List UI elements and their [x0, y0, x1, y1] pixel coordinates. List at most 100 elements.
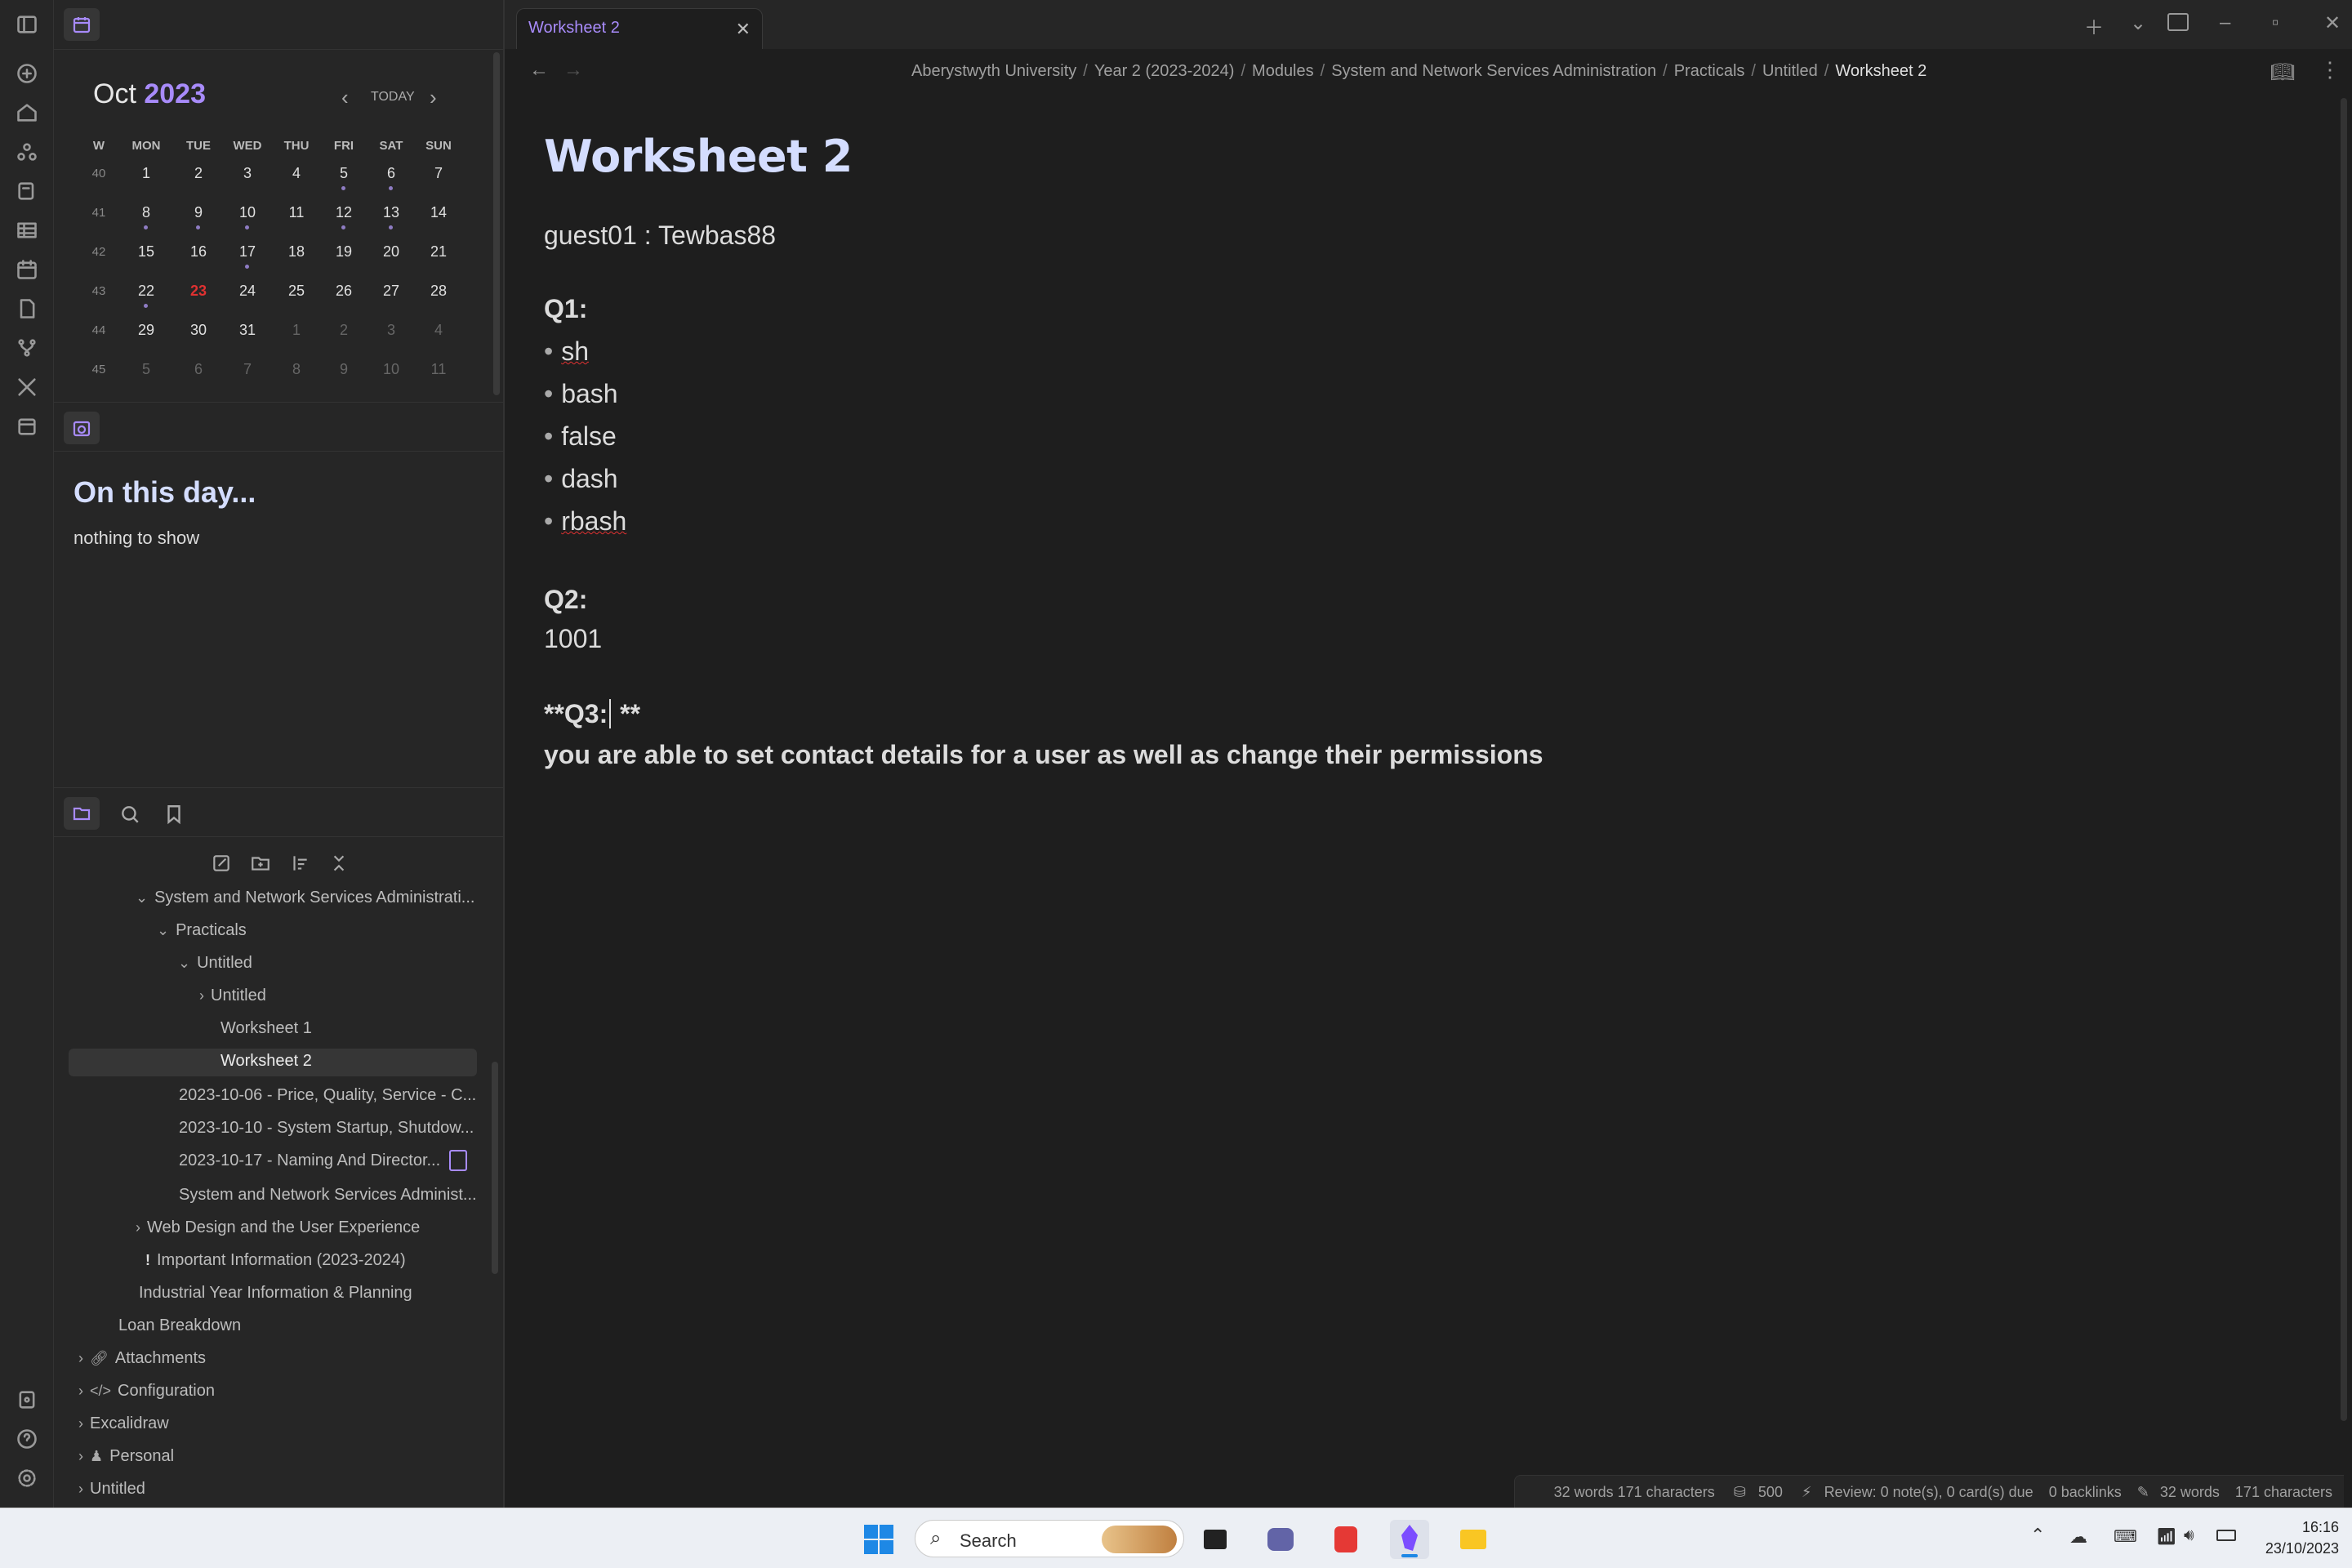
calendar-scrollbar[interactable]: [493, 52, 500, 395]
tree-item-file[interactable]: 2023-10-10 - System Startup, Shutdow...: [179, 1119, 474, 1138]
calendar-day[interactable]: 5: [126, 361, 167, 378]
maximize-icon[interactable]: ▫: [2272, 11, 2279, 34]
tree-item-folder[interactable]: › 🔗︎ Attachments: [78, 1349, 206, 1368]
breadcrumb-item[interactable]: Modules: [1252, 62, 1314, 80]
tree-item-file[interactable]: 2023-10-17 - Naming And Director...: [179, 1152, 440, 1170]
file-explorer-icon[interactable]: [1454, 1520, 1493, 1559]
calendar-day[interactable]: 6: [178, 361, 219, 378]
calendar-day[interactable]: 30: [178, 322, 219, 339]
taskbar-search-box[interactable]: ⌕ Search: [915, 1520, 1184, 1557]
tab-worksheet-2[interactable]: Worksheet 2 ✕: [516, 8, 763, 49]
chevron-up-icon[interactable]: ⌃: [2030, 1525, 2045, 1546]
task-view-icon[interactable]: [1196, 1520, 1235, 1559]
calendar-day[interactable]: 21: [418, 243, 459, 261]
calendar-icon[interactable]: [16, 258, 38, 281]
tree-item-folder[interactable]: ⌄ System and Network Services Administrat…: [136, 889, 474, 907]
breadcrumb-item[interactable]: Practicals: [1674, 62, 1745, 80]
calendar-day[interactable]: 2: [178, 165, 219, 182]
files-icon[interactable]: [16, 297, 38, 320]
teams-icon[interactable]: [1261, 1520, 1300, 1559]
tree-item-folder[interactable]: › ♟︎ Personal: [78, 1447, 174, 1466]
close-icon[interactable]: ✕: [736, 19, 751, 40]
calendar-day[interactable]: 11: [276, 204, 317, 221]
breadcrumb-item[interactable]: Untitled: [1762, 62, 1818, 80]
wifi-icon[interactable]: 📶︎: [2156, 1526, 2176, 1547]
canvas-icon[interactable]: [16, 180, 38, 203]
calendar-day[interactable]: 23: [178, 283, 219, 300]
breadcrumb-current[interactable]: Worksheet 2: [1835, 62, 1927, 80]
calendar-day[interactable]: 12: [323, 204, 364, 221]
graph-view-icon[interactable]: [16, 140, 38, 163]
sort-icon[interactable]: [289, 853, 310, 874]
calendar-day[interactable]: 7: [227, 361, 268, 378]
tree-item-file-active[interactable]: Worksheet 2: [69, 1049, 477, 1076]
calendar-day[interactable]: 24: [227, 283, 268, 300]
git-branch-icon[interactable]: [16, 336, 38, 359]
next-month-chevron-icon[interactable]: ›: [430, 85, 437, 110]
calendar-day[interactable]: 8: [276, 361, 317, 378]
settings-gear-icon[interactable]: [16, 1467, 38, 1490]
close-window-icon[interactable]: ✕: [2324, 11, 2341, 35]
vault-switch-icon[interactable]: [16, 1388, 38, 1411]
note-content[interactable]: Worksheet 2 guest01 : Tewbas88 Q1: • sh •…: [544, 131, 2096, 769]
calendar-day[interactable]: 29: [126, 322, 167, 339]
home-icon[interactable]: [16, 101, 38, 124]
calendar-day[interactable]: 6: [371, 165, 412, 182]
calendar-day[interactable]: 13: [371, 204, 412, 221]
bookmark-icon[interactable]: [163, 804, 185, 825]
reading-view-icon[interactable]: 📖︎: [2270, 60, 2295, 84]
excalidraw-icon[interactable]: [16, 376, 38, 399]
calendar-day[interactable]: 5: [323, 165, 364, 182]
help-icon[interactable]: [16, 1428, 38, 1450]
tree-item-folder[interactable]: › </> Configuration: [78, 1382, 215, 1401]
chevron-down-icon[interactable]: ⌄: [2130, 11, 2146, 35]
calendar-day[interactable]: 22: [126, 283, 167, 300]
calendar-day[interactable]: 31: [227, 322, 268, 339]
battery-icon[interactable]: [2216, 1530, 2236, 1541]
tree-item-file[interactable]: Worksheet 1: [220, 1019, 312, 1038]
calendar-day[interactable]: 7: [418, 165, 459, 182]
calendar-day[interactable]: 28: [418, 283, 459, 300]
calendar-day[interactable]: 1: [276, 322, 317, 339]
calendar-day[interactable]: 4: [418, 322, 459, 339]
calendar-day[interactable]: 10: [227, 204, 268, 221]
obsidian-icon[interactable]: [1390, 1520, 1429, 1559]
file-explorer-tab[interactable]: [64, 797, 100, 830]
new-tab-icon[interactable]: ＋: [2084, 11, 2104, 40]
calendar-day[interactable]: 8: [126, 204, 167, 221]
back-arrow-icon[interactable]: ←: [529, 59, 549, 82]
calendar-day[interactable]: 25: [276, 283, 317, 300]
calendar-day[interactable]: 9: [323, 361, 364, 378]
taskbar-clock[interactable]: 16:16 23/10/2023: [2247, 1517, 2339, 1559]
review-status[interactable]: Review: 0 note(s), 0 card(s) due: [1824, 1484, 2034, 1500]
tree-item-file[interactable]: System and Network Services Administ...: [179, 1186, 477, 1205]
windows-start-icon[interactable]: [859, 1520, 898, 1559]
tree-item-folder[interactable]: › Untitled: [78, 1480, 145, 1499]
sidebar-toggle-icon[interactable]: [16, 13, 38, 36]
calendar-day[interactable]: 19: [323, 243, 364, 261]
new-note-icon[interactable]: [16, 62, 38, 85]
minimize-icon[interactable]: –: [2220, 11, 2230, 34]
new-folder-icon[interactable]: [250, 853, 271, 874]
tree-item-folder[interactable]: › Web Design and the User Experience: [136, 1218, 420, 1237]
word-goal[interactable]: 500: [1758, 1484, 1783, 1500]
breadcrumb-item[interactable]: Aberystwyth University: [911, 62, 1076, 80]
right-sidebar-toggle-icon[interactable]: [2167, 13, 2189, 31]
collapse-all-icon[interactable]: [328, 853, 350, 874]
tree-item-folder[interactable]: › Excalidraw: [78, 1414, 169, 1433]
tree-item-folder[interactable]: › Untitled: [199, 987, 266, 1005]
calendar-day[interactable]: 14: [418, 204, 459, 221]
tree-item-file[interactable]: 2023-10-06 - Price, Quality, Service - C…: [179, 1086, 476, 1105]
calendar-day[interactable]: 2: [323, 322, 364, 339]
tree-item-file[interactable]: Industrial Year Information & Planning: [139, 1284, 412, 1303]
backlinks-count[interactable]: 0 backlinks: [2049, 1484, 2122, 1500]
calendar-day[interactable]: 1: [126, 165, 167, 182]
tree-item-folder[interactable]: ⌄ Practicals: [157, 921, 247, 940]
editor-scrollbar[interactable]: [2341, 98, 2347, 1421]
volume-icon[interactable]: 🔊︎: [2184, 1526, 2194, 1545]
daily-note-icon[interactable]: [16, 415, 38, 438]
prev-month-chevron-icon[interactable]: ‹: [341, 85, 349, 110]
calendar-day[interactable]: 10: [371, 361, 412, 378]
calendar-day[interactable]: 17: [227, 243, 268, 261]
calendar-day[interactable]: 4: [276, 165, 317, 182]
